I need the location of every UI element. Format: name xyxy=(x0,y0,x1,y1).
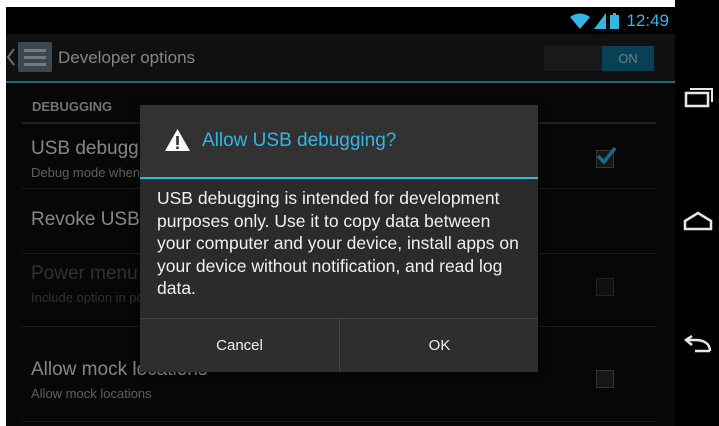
clock: 12:49 xyxy=(626,11,669,30)
back-icon[interactable] xyxy=(683,335,713,359)
warning-icon xyxy=(165,129,190,151)
device-screen: 12:49 Developer options ON DEBUGGING USB… xyxy=(6,7,675,426)
cancel-button[interactable]: Cancel xyxy=(140,319,339,372)
ok-button[interactable]: OK xyxy=(339,319,539,372)
recent-apps-icon[interactable] xyxy=(683,86,713,110)
dialog-header: Allow USB debugging? xyxy=(140,105,538,179)
battery-icon xyxy=(610,13,620,29)
dialog-title: Allow USB debugging? xyxy=(202,130,397,151)
dialog-message: USB debugging is intended for developmen… xyxy=(157,188,519,299)
signal-icon xyxy=(594,13,607,29)
navigation-bar xyxy=(675,0,719,426)
status-bar: 12:49 xyxy=(6,7,675,34)
status-icons: 12:49 xyxy=(570,10,669,32)
usb-debugging-dialog: Allow USB debugging? USB debugging is in… xyxy=(140,105,538,372)
dialog-button-bar: Cancel OK xyxy=(140,318,538,372)
wifi-icon xyxy=(570,13,591,29)
home-icon[interactable] xyxy=(683,209,713,233)
